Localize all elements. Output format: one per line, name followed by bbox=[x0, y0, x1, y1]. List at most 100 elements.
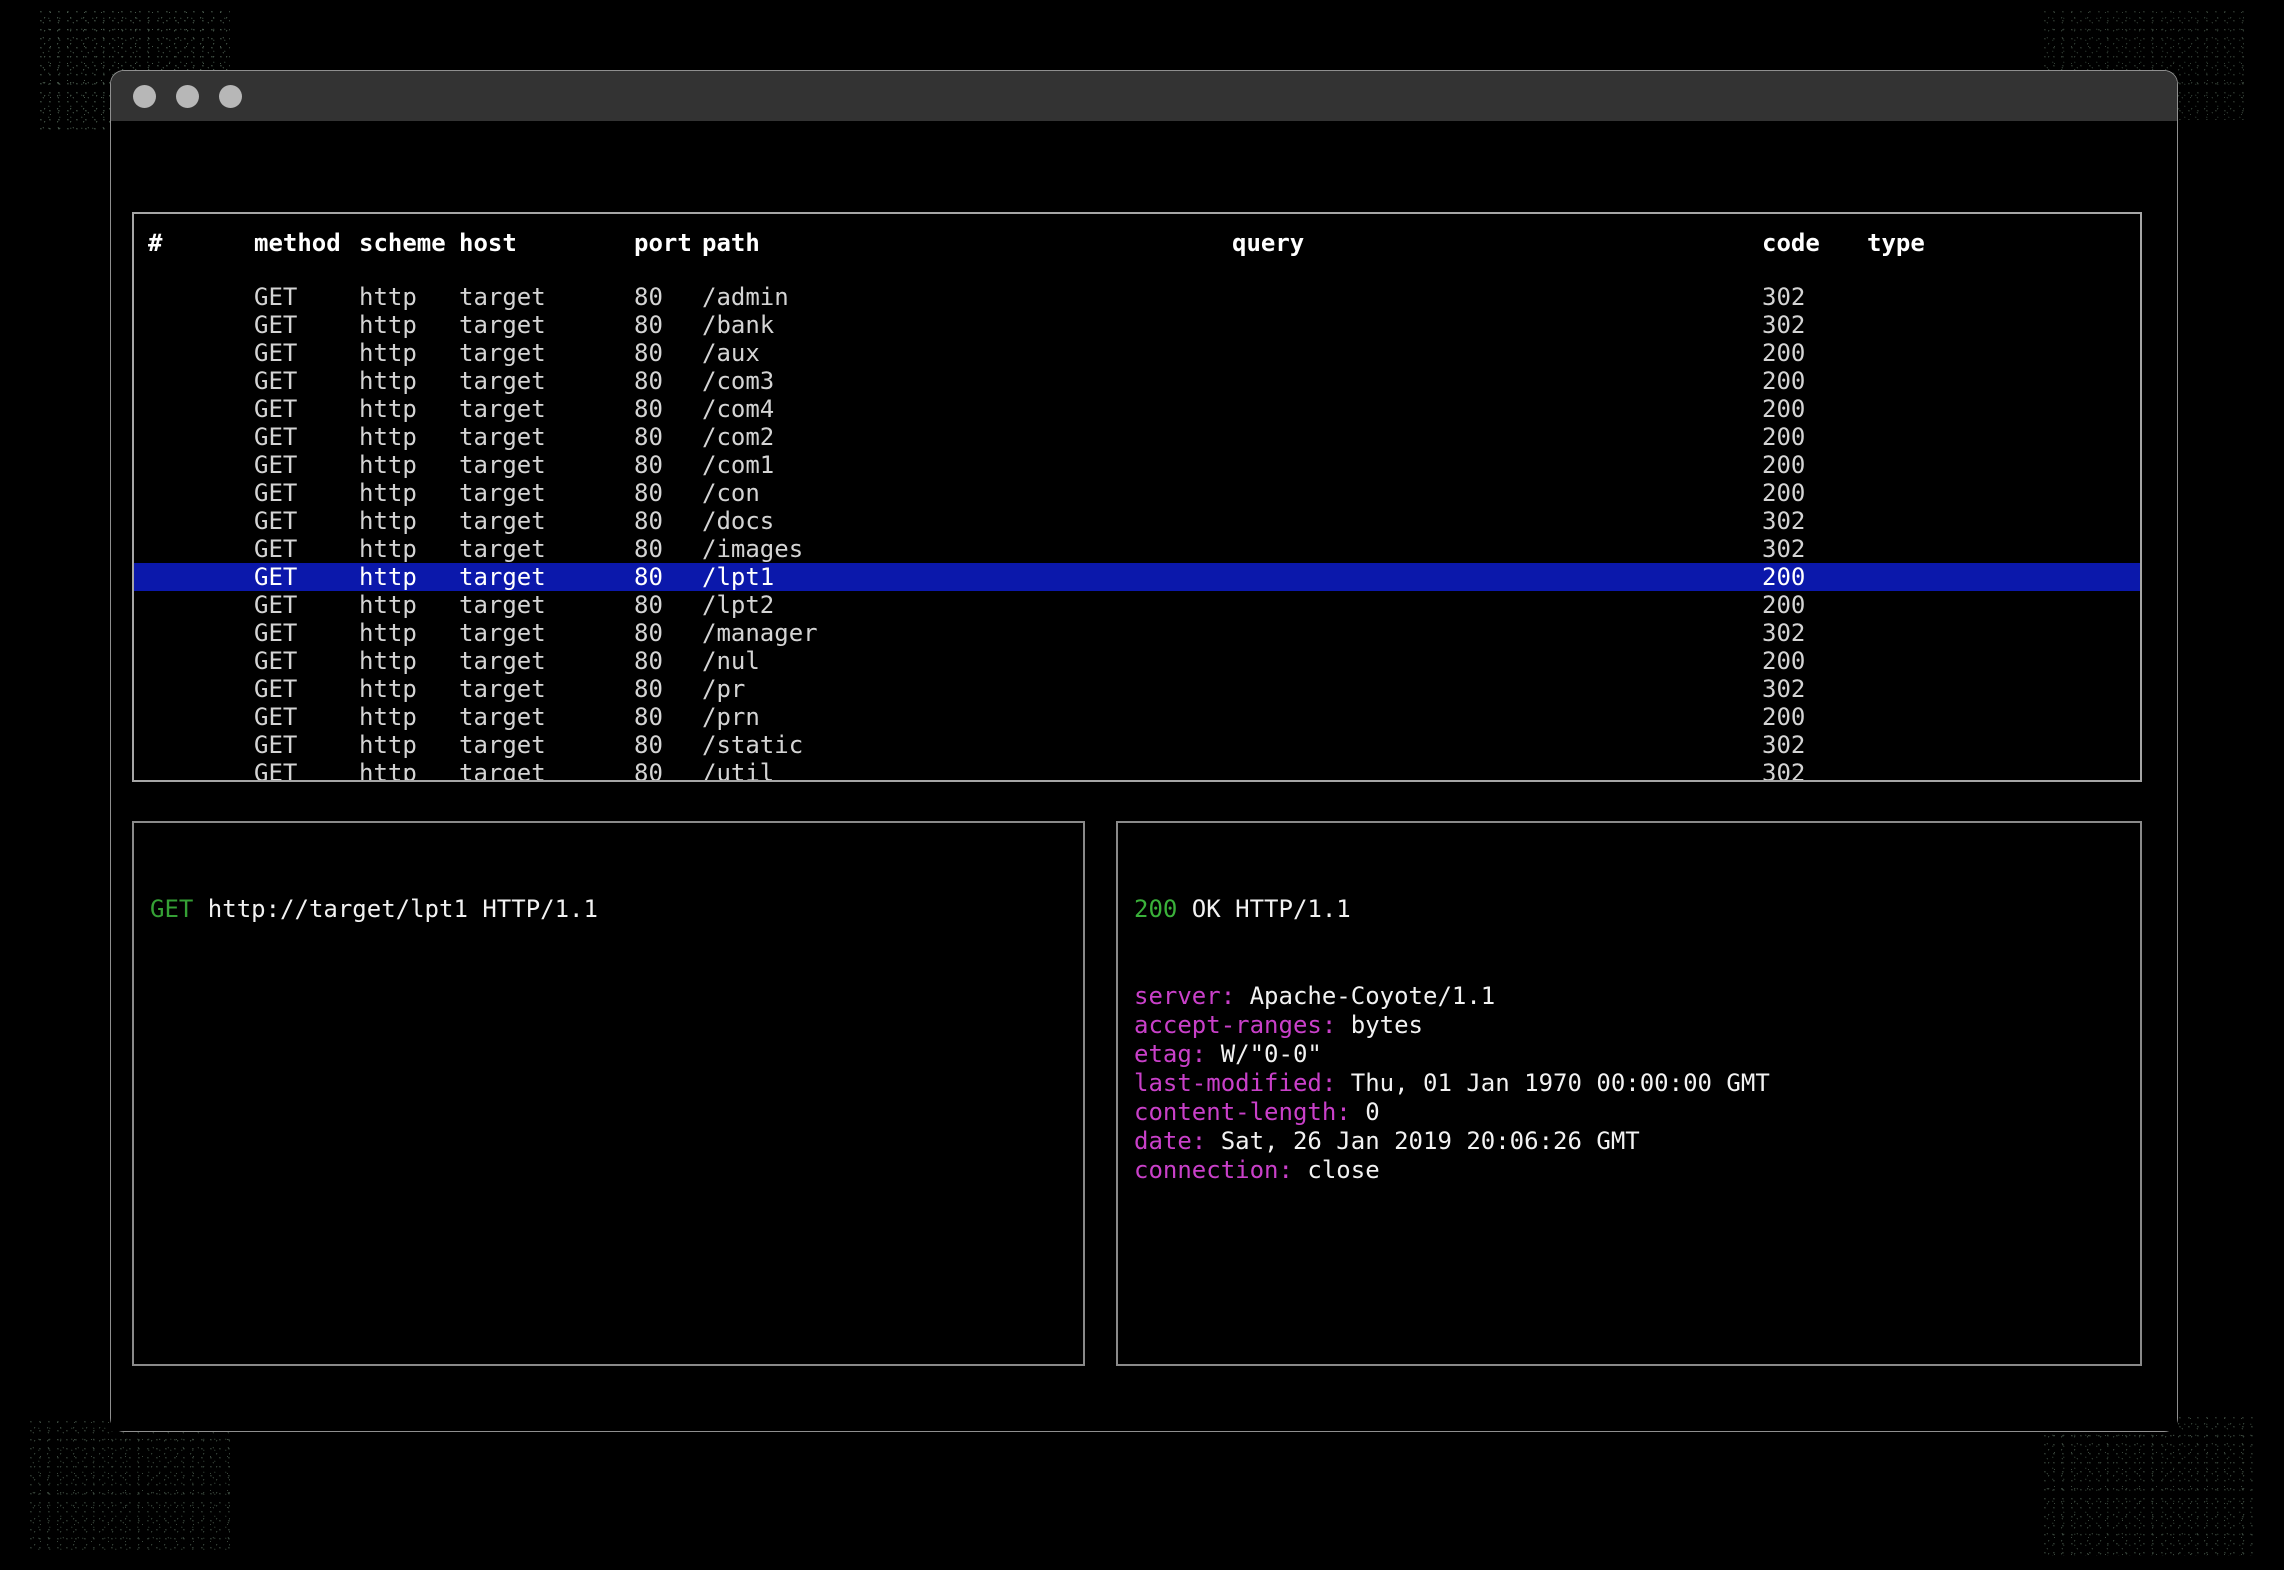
table-row[interactable]: GET http target 80/com3 200 bbox=[134, 367, 2140, 395]
cell-host: target bbox=[459, 563, 546, 591]
desktop-backdrop: # method scheme host port path query cod… bbox=[0, 0, 2284, 1570]
response-header-value: close bbox=[1292, 1156, 1380, 1184]
cell-port: 80 bbox=[634, 507, 663, 535]
column-header-path[interactable]: path bbox=[702, 229, 1232, 257]
cell-method: GET bbox=[254, 563, 298, 591]
response-header-line: date: Sat, 26 Jan 2019 20:06:26 GMT bbox=[1134, 1127, 2124, 1156]
cell-host: target bbox=[459, 339, 546, 367]
response-header-line: last-modified: Thu, 01 Jan 1970 00:00:00… bbox=[1134, 1069, 2124, 1098]
cell-port: 80 bbox=[634, 395, 663, 423]
cell-code: 302 bbox=[1762, 675, 1806, 703]
cell-method: GET bbox=[254, 703, 298, 731]
terminal-body: # method scheme host port path query cod… bbox=[111, 121, 2177, 1431]
cell-port: 80 bbox=[634, 731, 663, 759]
cell-method: GET bbox=[254, 479, 298, 507]
table-row[interactable]: GET http target 80/aux 200 bbox=[134, 339, 2140, 367]
cell-port: 80 bbox=[634, 591, 663, 619]
cell-port: 80 bbox=[634, 759, 663, 782]
cell-path: /images bbox=[702, 535, 804, 563]
cell-code: 200 bbox=[1762, 423, 1806, 451]
request-detail-pane[interactable]: GET http://target/lpt1 HTTP/1.1 bbox=[132, 821, 1085, 1366]
column-header-port[interactable]: port bbox=[634, 229, 702, 257]
close-button-icon[interactable] bbox=[133, 84, 156, 108]
table-row[interactable]: GET http target 80/pr 302 bbox=[134, 675, 2140, 703]
column-header-num[interactable]: # bbox=[134, 229, 254, 257]
table-row[interactable]: GET http target 80/con 200 bbox=[134, 479, 2140, 507]
response-header-value: 0 bbox=[1350, 1098, 1380, 1126]
response-header-value: Thu, 01 Jan 1970 00:00:00 GMT bbox=[1336, 1069, 1770, 1097]
column-header-code[interactable]: code bbox=[1762, 229, 1867, 257]
response-header-name: connection: bbox=[1134, 1156, 1293, 1184]
cell-path: /util bbox=[702, 759, 775, 782]
column-header-host[interactable]: host bbox=[459, 229, 634, 257]
cell-port: 80 bbox=[634, 675, 663, 703]
response-detail-pane[interactable]: 200 OK HTTP/1.1 server: Apache-Coyote/1.… bbox=[1116, 821, 2142, 1366]
response-header-value: Sat, 26 Jan 2019 20:06:26 GMT bbox=[1206, 1127, 1640, 1155]
cell-method: GET bbox=[254, 647, 298, 675]
table-row[interactable]: GET http target 80/util 302 bbox=[134, 759, 2140, 782]
column-header-method[interactable]: method bbox=[254, 229, 359, 257]
cell-port: 80 bbox=[634, 647, 663, 675]
cell-code: 200 bbox=[1762, 479, 1806, 507]
column-header-query[interactable]: query bbox=[1232, 229, 1762, 257]
table-row[interactable]: GET http target 80/com4 200 bbox=[134, 395, 2140, 423]
cell-method: GET bbox=[254, 339, 298, 367]
cell-port: 80 bbox=[634, 339, 663, 367]
table-row[interactable]: GET http target 80/images 302 bbox=[134, 535, 2140, 563]
response-header-value: Apache-Coyote/1.1 bbox=[1235, 982, 1496, 1010]
cell-path: /pr bbox=[702, 675, 746, 703]
cell-method: GET bbox=[254, 507, 298, 535]
cell-host: target bbox=[459, 647, 546, 675]
table-row[interactable]: GET http target 80/nul 200 bbox=[134, 647, 2140, 675]
cell-host: target bbox=[459, 451, 546, 479]
cell-host: target bbox=[459, 591, 546, 619]
cell-path: /prn bbox=[702, 703, 760, 731]
response-header-line: connection: close bbox=[1134, 1156, 2124, 1185]
response-header-name: last-modified: bbox=[1134, 1069, 1337, 1097]
table-row[interactable]: GET http target 80/lpt1 200 bbox=[134, 563, 2140, 591]
table-row[interactable]: GET http target 80/prn 200 bbox=[134, 703, 2140, 731]
requests-table-panel[interactable]: # method scheme host port path query cod… bbox=[132, 212, 2142, 782]
cell-host: target bbox=[459, 675, 546, 703]
cell-code: 302 bbox=[1762, 535, 1806, 563]
cell-scheme: http bbox=[359, 563, 417, 591]
cell-port: 80 bbox=[634, 535, 663, 563]
table-row[interactable]: GET http target 80/com1 200 bbox=[134, 451, 2140, 479]
cell-code: 200 bbox=[1762, 563, 1806, 591]
cell-port: 80 bbox=[634, 451, 663, 479]
table-row[interactable]: GET http target 80/bank 302 bbox=[134, 311, 2140, 339]
backdrop-noise-bottom-left bbox=[30, 1420, 230, 1550]
cell-scheme: http bbox=[359, 451, 417, 479]
cell-scheme: http bbox=[359, 759, 417, 782]
response-header-name: etag: bbox=[1134, 1040, 1207, 1068]
cell-path: /com2 bbox=[702, 423, 775, 451]
cell-port: 80 bbox=[634, 479, 663, 507]
response-header-line: content-length: 0 bbox=[1134, 1098, 2124, 1127]
cell-code: 302 bbox=[1762, 731, 1806, 759]
column-header-scheme[interactable]: scheme bbox=[359, 229, 459, 257]
cell-host: target bbox=[459, 311, 546, 339]
cell-host: target bbox=[459, 423, 546, 451]
column-header-type[interactable]: type bbox=[1867, 229, 2027, 257]
cell-host: target bbox=[459, 479, 546, 507]
cell-scheme: http bbox=[359, 535, 417, 563]
cell-path: /con bbox=[702, 479, 760, 507]
response-header-name: date: bbox=[1134, 1127, 1207, 1155]
table-row[interactable]: GET http target 80/lpt2 200 bbox=[134, 591, 2140, 619]
response-header-name: accept-ranges: bbox=[1134, 1011, 1337, 1039]
cell-code: 200 bbox=[1762, 339, 1806, 367]
table-row[interactable]: GET http target 80/docs 302 bbox=[134, 507, 2140, 535]
minimize-button-icon[interactable] bbox=[176, 84, 199, 108]
response-status-line: 200 OK HTTP/1.1 bbox=[1134, 895, 2124, 924]
cell-scheme: http bbox=[359, 647, 417, 675]
cell-port: 80 bbox=[634, 703, 663, 731]
table-row[interactable]: GET http target 80/com2 200 bbox=[134, 423, 2140, 451]
table-row[interactable]: GET http target 80/manager 302 bbox=[134, 619, 2140, 647]
response-status-text: OK HTTP/1.1 bbox=[1177, 895, 1351, 923]
cell-host: target bbox=[459, 283, 546, 311]
maximize-button-icon[interactable] bbox=[219, 84, 242, 108]
cell-method: GET bbox=[254, 367, 298, 395]
table-row[interactable]: GET http target 80/static 302 bbox=[134, 731, 2140, 759]
terminal-window: # method scheme host port path query cod… bbox=[110, 70, 2178, 1432]
table-row[interactable]: GET http target 80/admin 302 bbox=[134, 283, 2140, 311]
